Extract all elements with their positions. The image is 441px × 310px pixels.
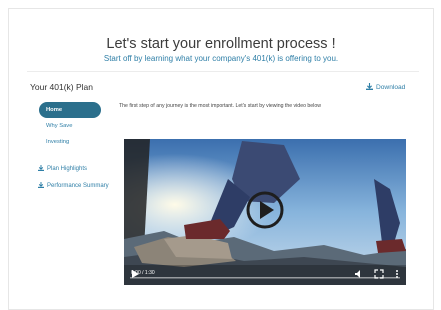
- performance-summary-link[interactable]: Performance Summary: [38, 182, 109, 190]
- sidebar-nav: Home Why Save Investing: [39, 102, 101, 150]
- nav-item-why-save[interactable]: Why Save: [39, 118, 101, 134]
- plan-title: Your 401(k) Plan: [30, 82, 94, 92]
- more-icon[interactable]: [394, 269, 400, 279]
- header-divider: [27, 71, 419, 72]
- performance-summary-label: Performance Summary: [47, 183, 109, 189]
- download-label: Download: [376, 84, 406, 91]
- nav-item-label: Investing: [46, 139, 70, 145]
- video-controls: [124, 263, 406, 283]
- nav-item-label: Home: [46, 107, 63, 113]
- nav-item-home[interactable]: Home: [39, 102, 101, 118]
- plan-highlights-label: Plan Highlights: [47, 166, 88, 172]
- download-icon: [366, 83, 373, 92]
- intro-text: The first step of any journey is the mos…: [119, 103, 321, 109]
- video-time: 0:00 / 1:30: [131, 270, 155, 276]
- play-icon[interactable]: [246, 191, 284, 229]
- page-subtitle: Start off by learning what your company'…: [103, 54, 339, 63]
- nav-item-investing[interactable]: Investing: [39, 134, 101, 150]
- plan-highlights-link[interactable]: Plan Highlights: [38, 165, 87, 173]
- download-icon: [38, 182, 44, 190]
- fullscreen-icon[interactable]: [374, 269, 384, 279]
- download-icon: [38, 165, 44, 173]
- download-button[interactable]: Download: [366, 83, 405, 92]
- volume-icon[interactable]: [354, 269, 364, 279]
- page-title: Let's start your enrollment process !: [106, 36, 336, 52]
- nav-item-label: Why Save: [46, 123, 73, 129]
